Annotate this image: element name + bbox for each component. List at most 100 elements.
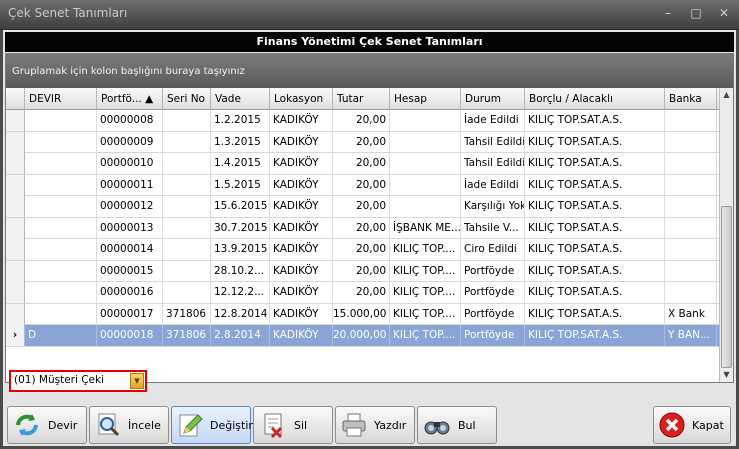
cell-banka bbox=[665, 110, 717, 131]
cell-durum: Karşılığı Yok bbox=[461, 196, 525, 217]
header-banka[interactable]: Banka bbox=[665, 88, 717, 110]
row-indicator[interactable] bbox=[6, 131, 25, 153]
table-row[interactable]: 00000013 30.7.2015 KADIKÖY 20,00 İŞBANK ME..… bbox=[6, 217, 733, 239]
cell-hesap: KILIÇ TOP.... bbox=[390, 325, 461, 346]
row-indicator[interactable] bbox=[6, 260, 25, 282]
row-indicator[interactable] bbox=[6, 303, 25, 325]
cell-portfoy: 00000008 bbox=[97, 110, 163, 131]
close-window-button[interactable]: ✕ bbox=[717, 6, 731, 20]
table-row[interactable]: 00000015 28.10.2... KADIKÖY 20,00 KILIÇ TOP.… bbox=[6, 260, 733, 282]
scroll-thumb[interactable] bbox=[721, 206, 732, 368]
cell-borclu: KILIÇ TOP.SAT.A.S. bbox=[525, 303, 665, 325]
row-indicator[interactable] bbox=[6, 239, 25, 260]
row-indicator[interactable] bbox=[6, 110, 25, 131]
cell-portfoy: 00000014 bbox=[97, 239, 163, 260]
table-row[interactable]: 00000012 15.6.2015 KADIKÖY 20,00 Karşılığı Y… bbox=[6, 196, 733, 218]
header-hesap[interactable]: Hesap bbox=[390, 88, 461, 110]
cell-banka: X Bank bbox=[665, 303, 717, 325]
header-vade[interactable]: Vade bbox=[211, 88, 270, 110]
table-row[interactable]: 00000016 12.12.2... KADIKÖY 20,00 KILIÇ TOP.… bbox=[6, 282, 733, 304]
cell-tutar: 20,00 bbox=[333, 131, 390, 153]
window-client: Finans Yönetimi Çek Senet Tanımları Grup… bbox=[3, 30, 736, 446]
header-tutar[interactable]: Tutar bbox=[333, 88, 390, 110]
cell-tutar: 20,00 bbox=[333, 174, 390, 196]
cell-hesap: KILIÇ TOP.... bbox=[390, 282, 461, 303]
header-seri-no[interactable]: Seri No bbox=[163, 88, 211, 110]
cell-seri-no: 371806 bbox=[163, 303, 211, 325]
cell-devir bbox=[25, 196, 97, 217]
cell-vade: 12.12.2... bbox=[211, 282, 270, 303]
incele-button[interactable]: İncele bbox=[89, 406, 169, 444]
cell-hesap: İŞBANK ME... bbox=[390, 217, 461, 239]
group-by-panel[interactable]: Gruplamak için kolon başlığını buraya ta… bbox=[6, 54, 733, 88]
kapat-button[interactable]: Kapat bbox=[653, 406, 731, 444]
cell-devir bbox=[25, 303, 97, 325]
cell-banka bbox=[665, 260, 717, 282]
cell-vade: 1.4.2015 bbox=[211, 153, 270, 174]
binoculars-icon bbox=[422, 410, 452, 440]
cell-durum: Tahsile V... bbox=[461, 217, 525, 239]
row-indicator[interactable] bbox=[6, 196, 25, 217]
chevron-down-icon[interactable]: ▼ bbox=[130, 373, 144, 389]
cell-seri-no bbox=[163, 110, 211, 131]
kapat-label: Kapat bbox=[692, 418, 724, 432]
minimize-button[interactable]: – bbox=[661, 6, 675, 20]
cell-tutar: 20,00 bbox=[333, 153, 390, 174]
header-devir[interactable]: DEVIR bbox=[25, 88, 97, 110]
row-indicator[interactable]: › bbox=[6, 325, 25, 346]
row-indicator[interactable] bbox=[6, 217, 25, 239]
scroll-up-arrow-icon[interactable]: ▲ bbox=[720, 88, 733, 102]
cell-vade: 1.2.2015 bbox=[211, 110, 270, 131]
cell-lokasyon: KADIKÖY bbox=[270, 239, 333, 260]
cell-seri-no bbox=[163, 131, 211, 153]
cell-borclu: KILIÇ TOP.SAT.A.S. bbox=[525, 174, 665, 196]
yazdir-label: Yazdır bbox=[374, 418, 407, 432]
yazdir-button[interactable]: Yazdır bbox=[335, 406, 415, 444]
close-x-icon bbox=[658, 410, 686, 440]
cell-hesap bbox=[390, 153, 461, 174]
sil-button[interactable]: Sil bbox=[253, 406, 333, 444]
row-indicator[interactable] bbox=[6, 282, 25, 303]
cell-lokasyon: KADIKÖY bbox=[270, 110, 333, 131]
table-row[interactable]: 00000008 1.2.2015 KADIKÖY 20,00 İade Edildi K… bbox=[6, 110, 733, 132]
cell-devir bbox=[25, 282, 97, 303]
cell-portfoy: 00000013 bbox=[97, 217, 163, 239]
cell-seri-no: 371806 bbox=[163, 325, 211, 346]
table-row[interactable]: 00000009 1.3.2015 KADIKÖY 20,00 Tahsil Edild… bbox=[6, 131, 733, 153]
table-row[interactable]: 00000011 1.5.2015 KADIKÖY 20,00 İade Edildi K… bbox=[6, 174, 733, 196]
header-durum[interactable]: Durum bbox=[461, 88, 525, 110]
cell-tutar: 20,00 bbox=[333, 217, 390, 239]
row-indicator[interactable] bbox=[6, 174, 25, 196]
cell-vade: 12.8.2014 bbox=[211, 303, 270, 325]
cell-banka bbox=[665, 282, 717, 303]
refresh-arrows-icon bbox=[12, 410, 42, 440]
cell-lokasyon: KADIKÖY bbox=[270, 131, 333, 153]
header-lokasyon[interactable]: Lokasyon bbox=[270, 88, 333, 110]
header-borclu-alacakli[interactable]: Borçlu / Alacaklı bbox=[525, 88, 665, 110]
header-portfoy[interactable]: Portfö... ▲ bbox=[97, 88, 163, 110]
cell-devir bbox=[25, 260, 97, 282]
cell-durum: Ciro Edildi bbox=[461, 239, 525, 260]
grid-vertical-scrollbar[interactable]: ▲ ▼ bbox=[719, 88, 733, 382]
grid-rows: 00000008 1.2.2015 KADIKÖY 20,00 İade Edildi K… bbox=[6, 110, 733, 347]
maximize-button[interactable]: □ bbox=[689, 6, 703, 20]
row-indicator[interactable] bbox=[6, 153, 25, 174]
bul-button[interactable]: Bul bbox=[417, 406, 497, 444]
cell-borclu: KILIÇ TOP.SAT.A.S. bbox=[525, 131, 665, 153]
cheque-type-select[interactable]: (01) Müşteri Çeki ▼ bbox=[9, 370, 147, 392]
table-row[interactable]: 00000010 1.4.2015 KADIKÖY 20,00 Tahsil Edild… bbox=[6, 153, 733, 175]
cell-borclu: KILIÇ TOP.SAT.A.S. bbox=[525, 196, 665, 217]
table-row[interactable]: 00000017 371806 12.8.2014 KADIKÖY 15.000,00 K… bbox=[6, 303, 733, 325]
scroll-down-arrow-icon[interactable]: ▼ bbox=[720, 368, 733, 382]
delete-document-icon bbox=[258, 410, 288, 440]
degistir-button[interactable]: Değiştir bbox=[171, 406, 253, 444]
table-row[interactable]: 00000014 13.9.2015 KADIKÖY 20,00 KILIÇ TOP..… bbox=[6, 239, 733, 261]
magnifier-icon bbox=[94, 410, 122, 440]
cell-vade: 1.5.2015 bbox=[211, 174, 270, 196]
table-row[interactable]: › D 00000018 371806 2.8.2014 KADIKÖY 20.000,00… bbox=[6, 325, 733, 347]
cell-seri-no bbox=[163, 282, 211, 303]
cell-tutar: 20,00 bbox=[333, 260, 390, 282]
cell-banka bbox=[665, 153, 717, 174]
cheque-type-value: (01) Müşteri Çeki bbox=[14, 374, 105, 386]
devir-button[interactable]: Devir bbox=[7, 406, 87, 444]
